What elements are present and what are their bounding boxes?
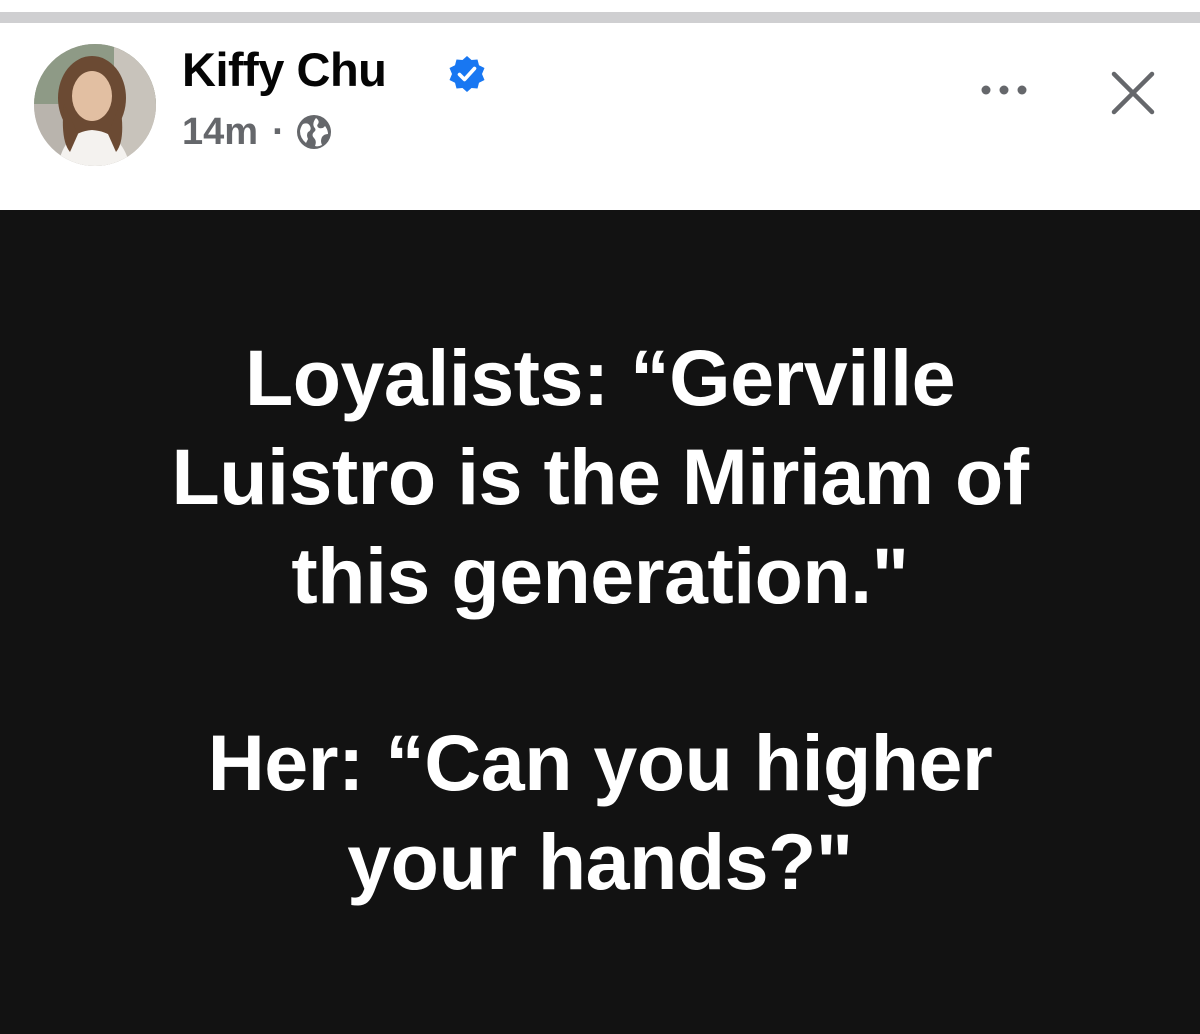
divider-bar bbox=[0, 12, 1200, 23]
globe-icon[interactable] bbox=[295, 113, 333, 151]
post-text-line: Her: “Can you higher bbox=[207, 718, 993, 807]
post-text-line: your hands?" bbox=[347, 817, 853, 906]
post-text-line: this generation." bbox=[291, 531, 909, 620]
close-icon[interactable] bbox=[1108, 68, 1158, 118]
author-name[interactable]: Kiffy Chu bbox=[182, 46, 387, 93]
post-content: Loyalists: “Gerville Luistro is the Miri… bbox=[0, 210, 1200, 1034]
post-text-line: Loyalists: “Gerville bbox=[244, 333, 956, 422]
verified-badge-icon bbox=[448, 55, 486, 93]
top-divider bbox=[0, 0, 1200, 26]
avatar-image bbox=[34, 44, 156, 166]
avatar[interactable] bbox=[34, 44, 156, 166]
more-options-icon[interactable] bbox=[974, 70, 1034, 110]
post-timestamp[interactable]: 14m bbox=[182, 111, 258, 154]
post-meta: 14m · bbox=[182, 110, 333, 154]
meta-separator: · bbox=[272, 110, 285, 153]
post-text-line: Luistro is the Miriam of bbox=[171, 432, 1029, 521]
post-header bbox=[0, 26, 1200, 210]
post-text: Loyalists: “Gerville Luistro is the Miri… bbox=[0, 328, 1200, 911]
